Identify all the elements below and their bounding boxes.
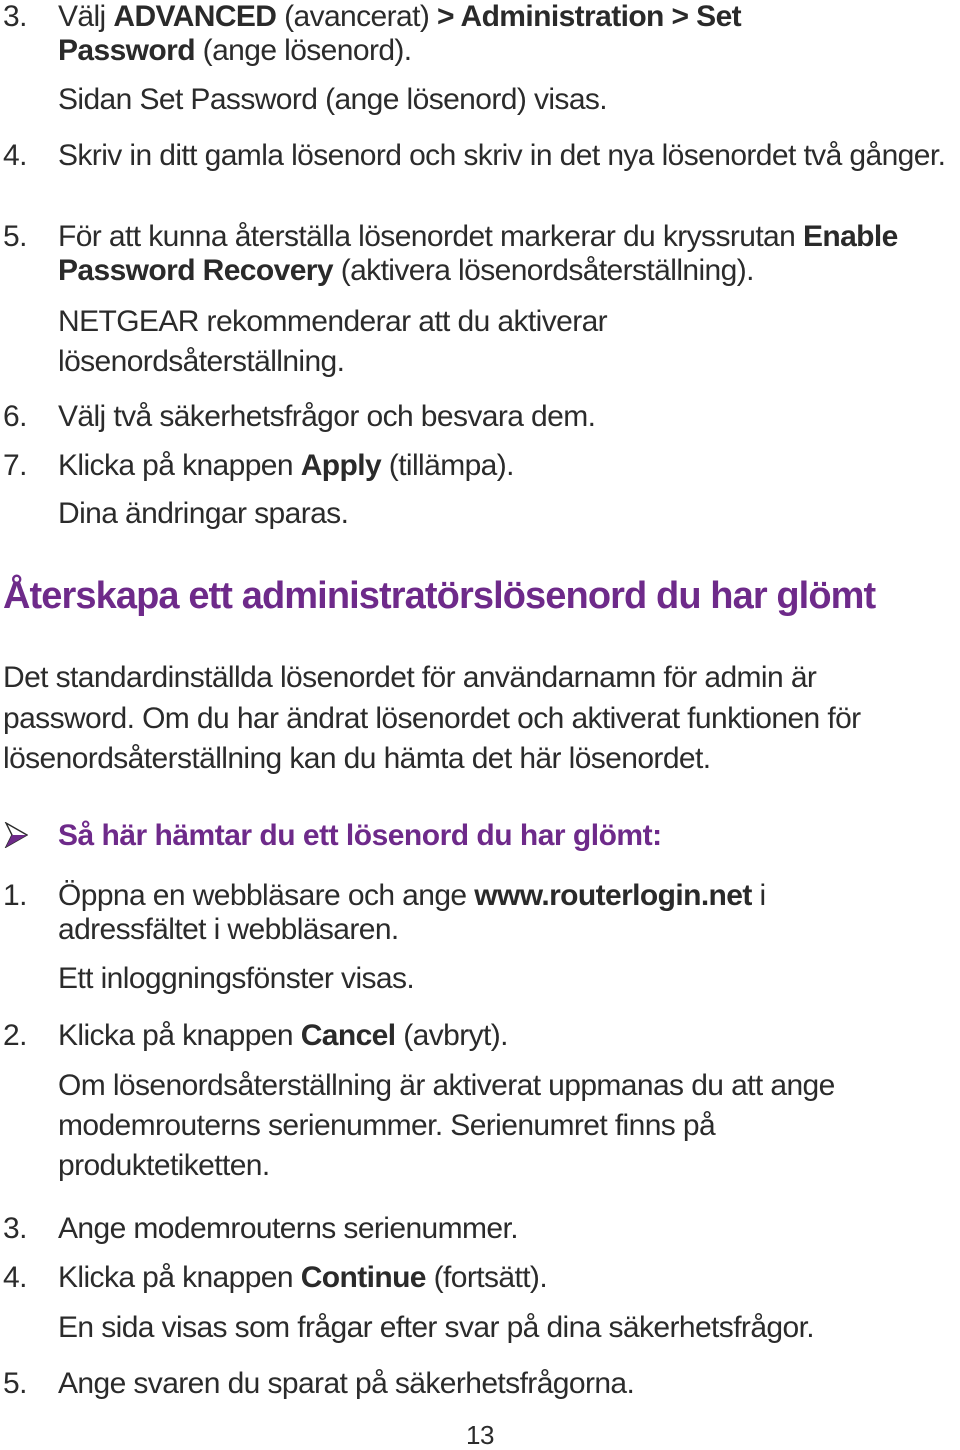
step-text: Klicka på knappen Continue (fortsätt). xyxy=(58,1261,548,1294)
step-note: NETGEAR rekommenderar att du aktiverar l… xyxy=(58,305,608,378)
ui-term-apply: Apply xyxy=(300,449,382,482)
step-number: 7. xyxy=(3,449,28,482)
arrowhead-bullet-icon xyxy=(4,822,28,848)
ui-term-continue: Continue xyxy=(300,1261,427,1294)
step-note: Dina ändringar sparas. xyxy=(58,497,349,530)
step-note: Sidan Set Password (ange lösenord) visas… xyxy=(58,83,608,116)
step-note: En sida visas som frågar efter svar på d… xyxy=(58,1311,815,1344)
step-text: Klicka på knappen Apply (tillämpa). xyxy=(58,449,514,482)
step-text: Välj ADVANCED (avancerat) > Administrati… xyxy=(58,0,742,67)
step-text: Skriv in ditt gamla lösenord och skriv i… xyxy=(58,139,946,172)
ui-term-advanced: ADVANCED xyxy=(113,0,277,33)
step-note: Om lösenordsåterställning är aktiverat u… xyxy=(58,1069,835,1182)
step-number: 1. xyxy=(3,879,28,912)
document-page: 3. Välj ADVANCED (avancerat) > Administr… xyxy=(0,0,960,1450)
procedure-heading: Så här hämtar du ett lösenord du har glö… xyxy=(58,819,662,852)
step-text: För att kunna återställa lösenordet mark… xyxy=(58,220,898,287)
page-number: 13 xyxy=(466,1420,494,1450)
step-number: 2. xyxy=(3,1019,28,1052)
step-number: 3. xyxy=(3,0,28,33)
step-number: 4. xyxy=(3,1261,28,1294)
step-text: Ange modemrouterns serienummer. xyxy=(58,1212,519,1245)
step-number: 5. xyxy=(3,220,28,253)
step-text: Ange svaren du sparat på säkerhetsfrågor… xyxy=(58,1367,635,1400)
section-heading: Återskapa ett administratörslösenord du … xyxy=(3,575,876,617)
step-number: 5. xyxy=(3,1367,28,1400)
step-note: Ett inloggningsfönster visas. xyxy=(58,962,415,995)
step-number: 4. xyxy=(3,139,28,172)
step-text: Öppna en webbläsare och ange www.routerl… xyxy=(58,879,766,946)
ui-term-cancel: Cancel xyxy=(300,1019,396,1052)
step-number: 3. xyxy=(3,1212,28,1245)
url-routerlogin: www.routerlogin.net xyxy=(474,879,752,912)
step-text: Klicka på knappen Cancel (avbryt). xyxy=(58,1019,508,1052)
section-paragraph: Det standardinställda lösenordet för anv… xyxy=(3,661,861,775)
step-number: 6. xyxy=(3,400,28,433)
step-text: Välj två säkerhetsfrågor och besvara dem… xyxy=(58,400,596,433)
